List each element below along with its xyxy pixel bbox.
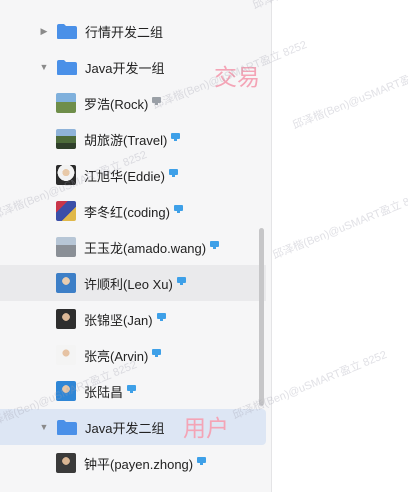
contact-row[interactable]: 张陆昌 bbox=[0, 373, 268, 409]
contact-name: 胡旅游(Travel) bbox=[84, 132, 168, 148]
caret-down-icon[interactable]: ▼ bbox=[38, 421, 50, 433]
desktop-icon bbox=[152, 349, 162, 357]
annotation-trade: 交易 bbox=[214, 65, 260, 91]
avatar bbox=[56, 129, 76, 149]
folder-icon bbox=[57, 419, 77, 435]
caret-right-icon[interactable]: ▶ bbox=[38, 25, 50, 37]
annotation-user: 用户 bbox=[183, 416, 229, 442]
contact-row[interactable]: 王玉龙(amado.wang) bbox=[0, 229, 268, 265]
contact-name: 张锦坚(Jan) bbox=[84, 312, 153, 328]
contact-name: 罗浩(Rock) bbox=[84, 96, 149, 112]
contact-name: 张陆昌 bbox=[84, 384, 124, 400]
desktop-icon bbox=[210, 241, 220, 249]
contact-row[interactable]: 许顺利(Leo Xu) bbox=[0, 265, 266, 301]
contact-name: 王玉龙(amado.wang) bbox=[84, 240, 207, 256]
contact-row[interactable]: 江旭华(Eddie) bbox=[0, 157, 268, 193]
desktop-icon bbox=[173, 205, 183, 213]
group-label: Java开发一组 bbox=[85, 60, 165, 76]
contact-name: 许顺利(Leo Xu) bbox=[84, 276, 173, 292]
caret-down-icon[interactable]: ▼ bbox=[38, 61, 50, 73]
contact-name: 江旭华(Eddie) bbox=[84, 168, 165, 184]
desktop-icon bbox=[127, 385, 137, 393]
contact-name: 钟平(payen.zhong) bbox=[84, 456, 194, 472]
avatar bbox=[56, 237, 76, 257]
contact-row[interactable]: 胡旅游(Travel) bbox=[0, 121, 268, 157]
contact-row[interactable]: 李冬红(coding) bbox=[0, 193, 268, 229]
desktop-icon bbox=[152, 97, 162, 105]
detail-panel bbox=[271, 0, 408, 492]
contact-row[interactable]: 钟平(payen.zhong) bbox=[0, 445, 268, 481]
avatar bbox=[56, 309, 76, 329]
avatar bbox=[56, 345, 76, 365]
contact-row[interactable]: 张锦坚(Jan) bbox=[0, 301, 268, 337]
contact-name: 张亮(Arvin) bbox=[84, 348, 149, 364]
folder-icon bbox=[57, 59, 77, 75]
group-label: Java开发二组 bbox=[85, 420, 165, 436]
avatar bbox=[56, 273, 76, 293]
desktop-icon bbox=[156, 313, 166, 321]
scrollbar-thumb[interactable] bbox=[259, 228, 264, 406]
desktop-icon bbox=[197, 457, 207, 465]
avatar bbox=[56, 93, 76, 113]
group-row[interactable]: ▶ 行情开发二组 bbox=[0, 13, 268, 49]
group-label: 行情开发二组 bbox=[85, 24, 164, 40]
avatar bbox=[56, 453, 76, 473]
contact-name: 李冬红(coding) bbox=[84, 204, 170, 220]
avatar bbox=[56, 201, 76, 221]
avatar bbox=[56, 381, 76, 401]
folder-icon bbox=[57, 23, 77, 39]
avatar bbox=[56, 165, 76, 185]
desktop-icon bbox=[171, 133, 181, 141]
contact-row[interactable]: 张亮(Arvin) bbox=[0, 337, 268, 373]
desktop-icon bbox=[176, 277, 186, 285]
desktop-icon bbox=[168, 169, 178, 177]
